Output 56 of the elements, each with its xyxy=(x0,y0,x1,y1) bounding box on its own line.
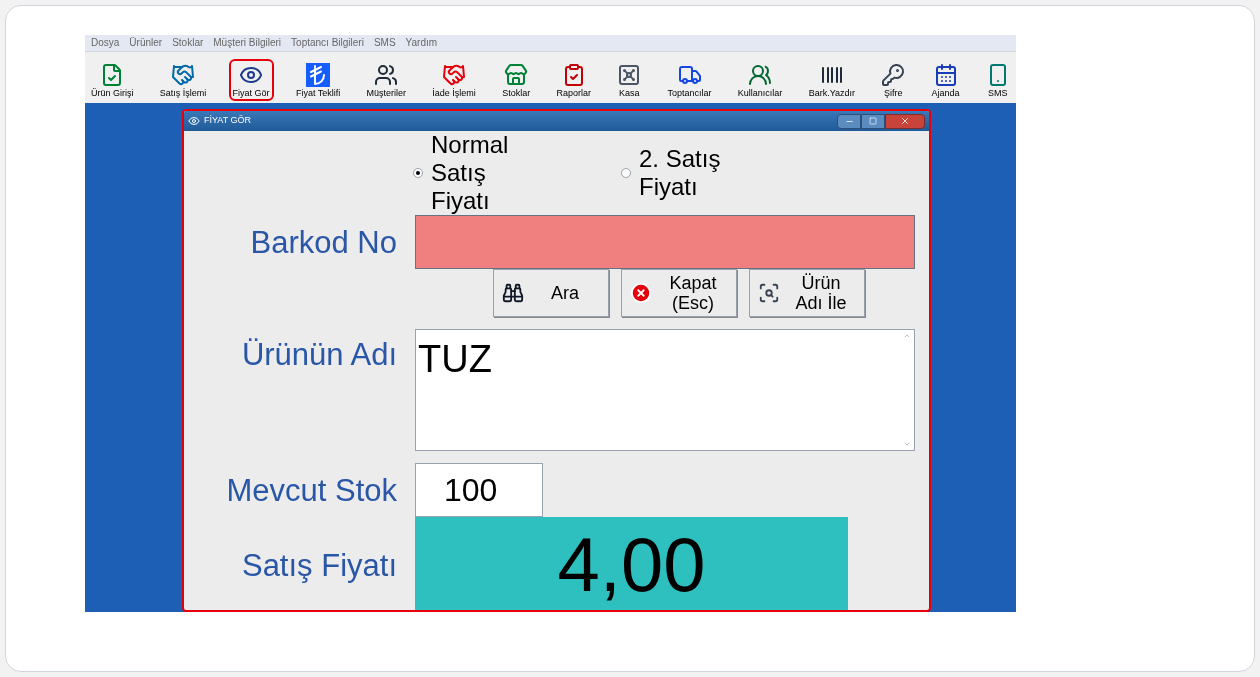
toolbar-button[interactable]: Müşteriler xyxy=(362,59,411,101)
toolbar-button[interactable]: Ürün Girişi xyxy=(87,59,138,101)
calendar-icon xyxy=(933,63,958,87)
price-display: 4,00 xyxy=(415,517,848,610)
maximize-button[interactable] xyxy=(861,113,885,129)
field-label: Mevcut Stok xyxy=(225,474,397,506)
toolbar-button[interactable]: Fiyat Teklifi xyxy=(291,59,345,101)
magnifier-icon xyxy=(758,282,780,304)
safe-icon xyxy=(617,63,642,87)
menu-item[interactable]: SMS xyxy=(373,38,396,48)
eye-icon xyxy=(188,115,200,127)
handshake-icon xyxy=(171,63,196,87)
toolbar-button[interactable]: SMS xyxy=(981,59,1014,101)
maximize-icon xyxy=(869,117,877,125)
radio-label: 2. Satış Fiyatı xyxy=(639,145,722,201)
key-icon xyxy=(881,63,906,87)
barcode-field[interactable] xyxy=(415,215,915,269)
radio-button[interactable] xyxy=(621,168,631,178)
minimize-button[interactable] xyxy=(837,113,861,129)
toolbar-button[interactable]: Toptancılar xyxy=(663,59,716,101)
window-title: FİYAT GÖR xyxy=(204,114,251,128)
product-name-field[interactable]: TUZ xyxy=(415,329,915,451)
toolbar-button[interactable]: Kasa xyxy=(613,59,646,101)
truck-icon xyxy=(677,63,702,87)
lira-icon xyxy=(306,63,331,87)
menu-item[interactable]: Yardım xyxy=(405,38,438,48)
people-icon xyxy=(374,63,399,87)
shop-icon xyxy=(504,63,529,87)
menu-item[interactable]: Toptancı Bilgileri xyxy=(291,38,364,48)
toolbar-button[interactable]: Şifre xyxy=(877,59,910,101)
action-button[interactable]: Ürün Adı İle xyxy=(749,269,865,317)
binoculars-icon xyxy=(502,282,524,304)
radio-button[interactable] xyxy=(413,168,423,178)
field-label: Barkod No xyxy=(249,226,397,258)
toolbar-button[interactable]: Bark.Yazdır xyxy=(804,59,859,101)
toolbar-button[interactable]: Stoklar xyxy=(498,59,535,101)
toolbar-button[interactable]: İade İşlemi xyxy=(428,59,480,101)
close-icon xyxy=(900,116,910,126)
toolbar-button[interactable]: Kullanıcılar xyxy=(733,59,787,101)
close-button[interactable] xyxy=(885,113,925,129)
close-icon xyxy=(630,282,652,304)
menu-item[interactable]: Müşteri Bilgileri xyxy=(213,38,282,48)
toolbar-button[interactable]: Satış İşlemi xyxy=(155,59,211,101)
toolbar-button[interactable]: Fiyat Gör xyxy=(228,59,274,101)
field-label: Ürünün Adı xyxy=(240,339,397,370)
toolbar-button[interactable]: Ajanda xyxy=(927,59,964,101)
radio-label: Normal Satış Fiyatı xyxy=(431,131,510,215)
field-label: Satış Fiyatı xyxy=(240,549,397,581)
action-button[interactable]: Ara xyxy=(493,269,609,317)
users-icon xyxy=(748,63,773,87)
menu-item[interactable]: Ürünler xyxy=(129,38,163,48)
menu-item[interactable]: Dosya xyxy=(91,38,120,48)
action-button[interactable]: Kapat (Esc) xyxy=(621,269,737,317)
stock-field[interactable]: 100 xyxy=(415,463,543,517)
toolbar-button[interactable]: Raporlar xyxy=(552,59,595,101)
menu-item[interactable]: Stoklar xyxy=(172,38,204,48)
